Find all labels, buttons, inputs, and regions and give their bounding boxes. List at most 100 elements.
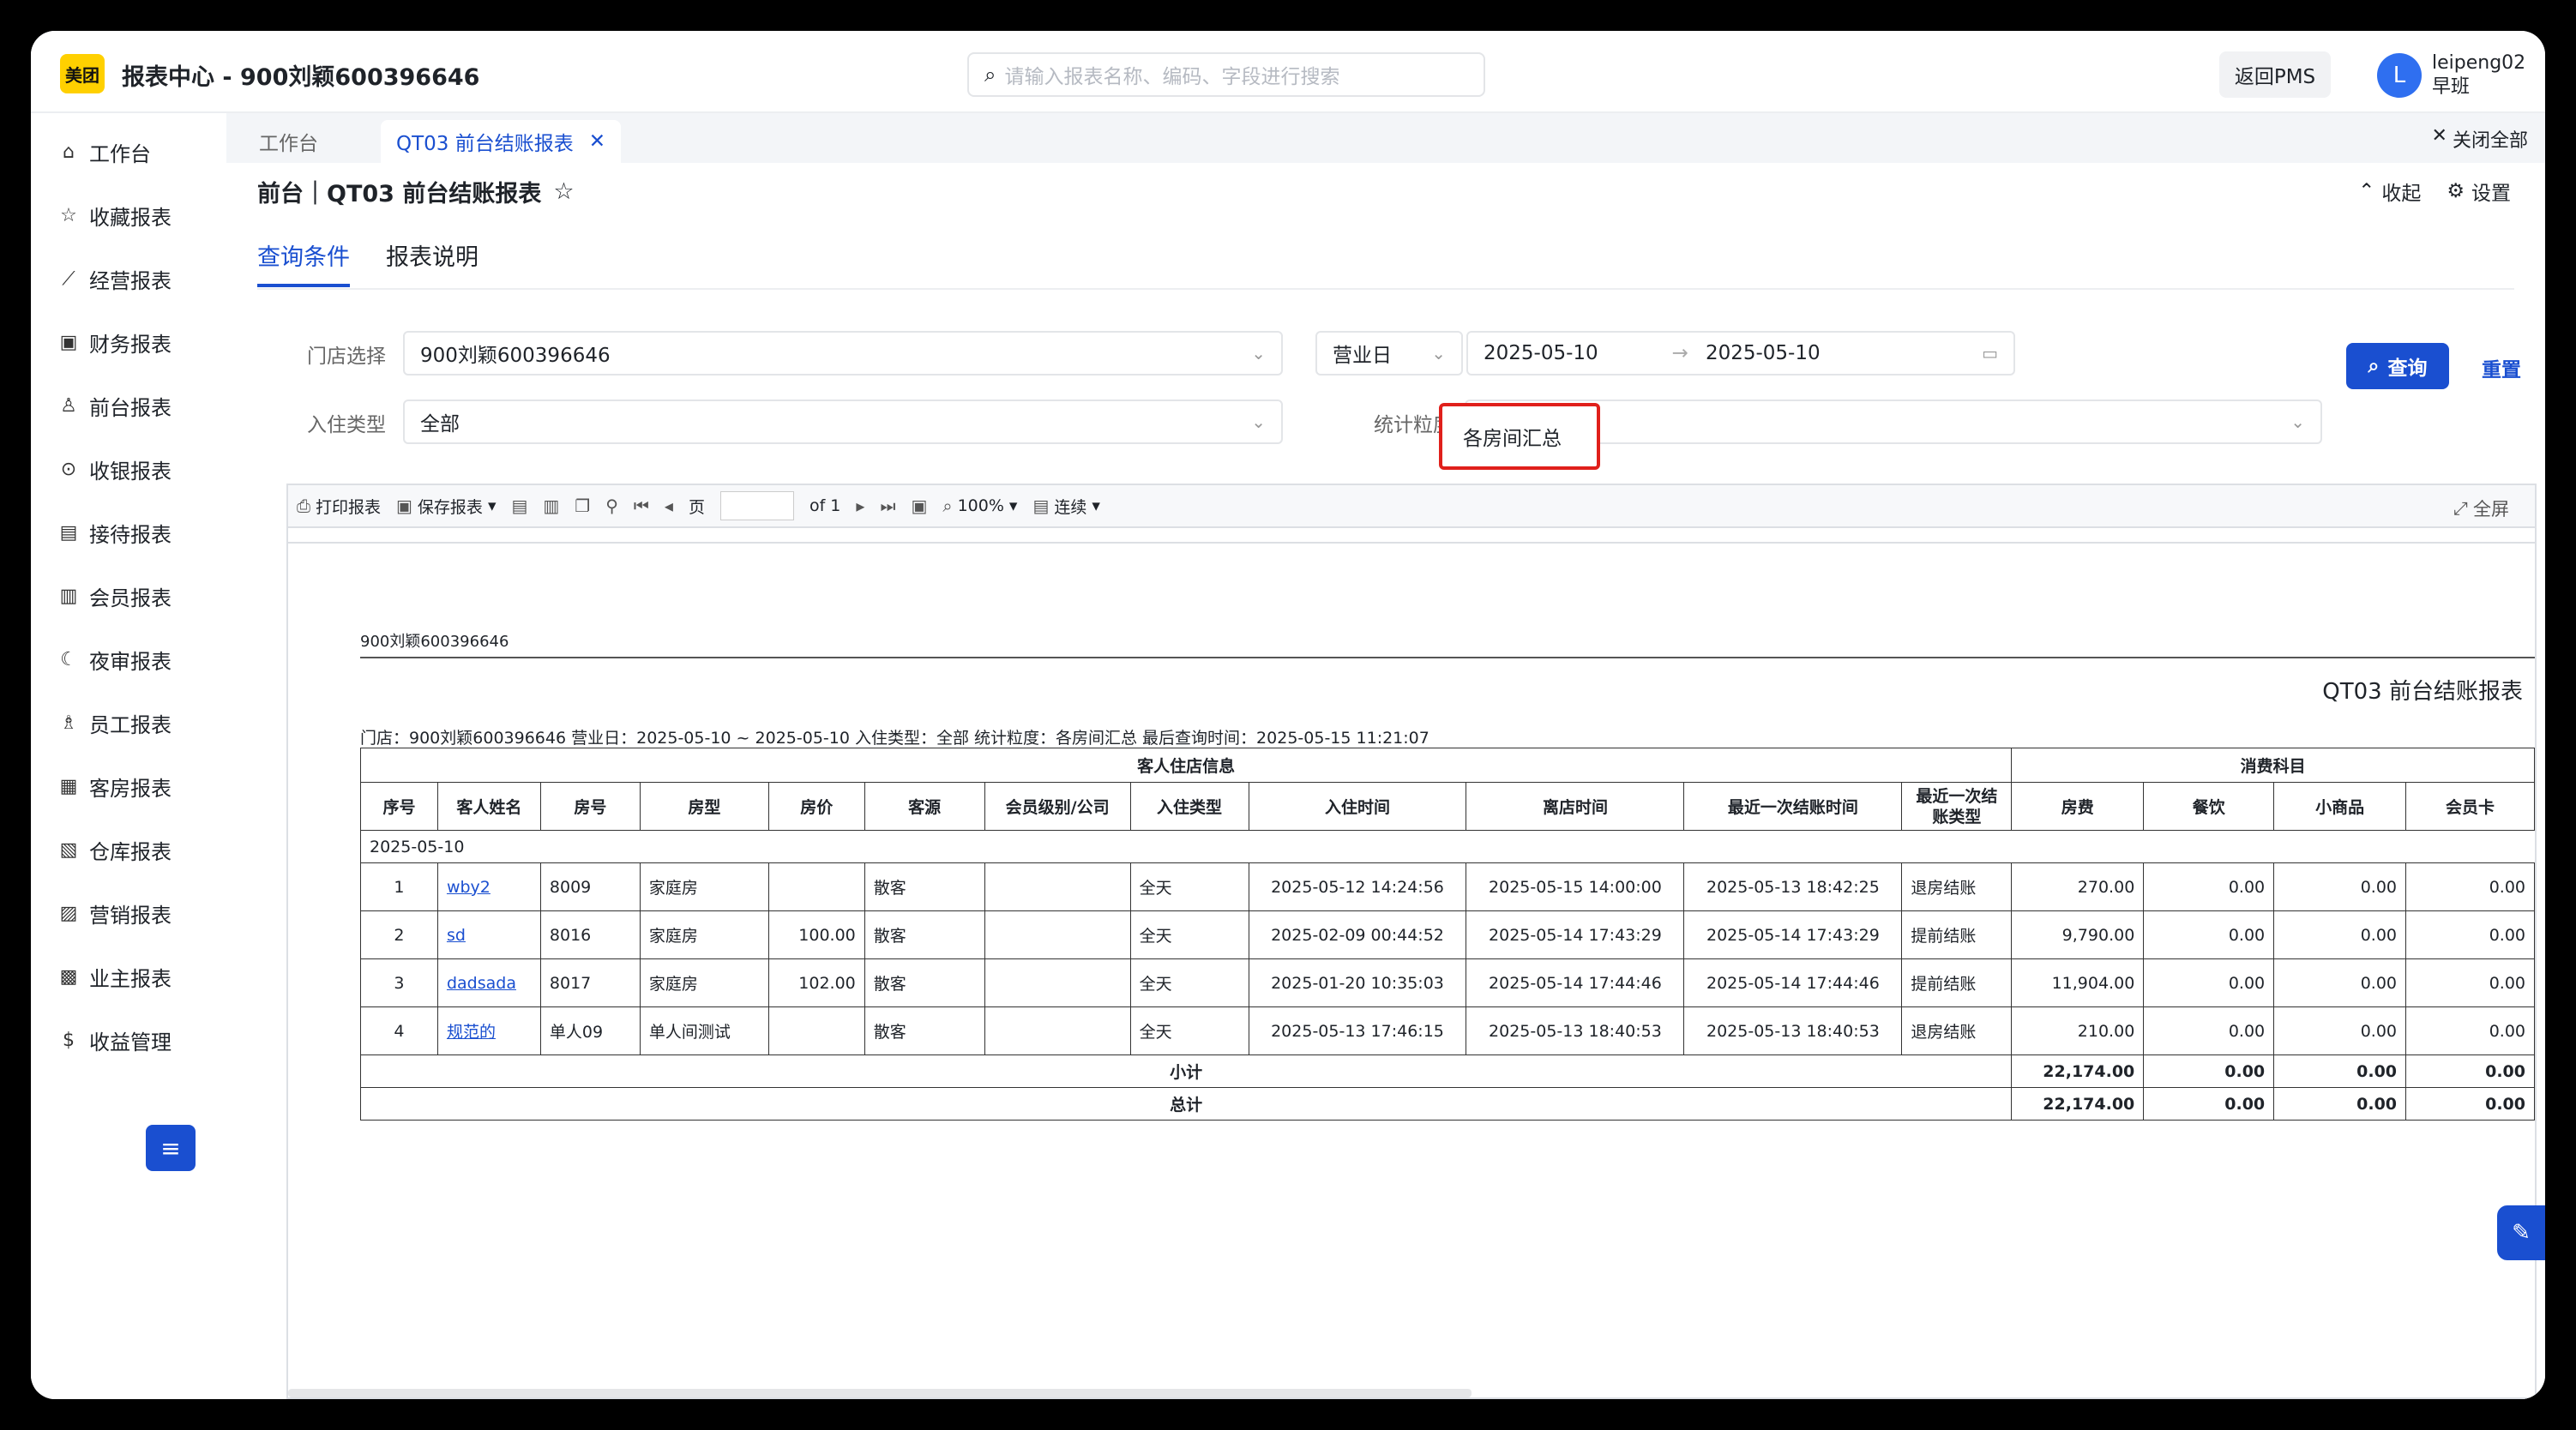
sidebar-item-5[interactable]: ⊙ 收银报表	[31, 437, 226, 501]
store-label: 门店选择	[307, 345, 386, 368]
table-cell: 0.00	[2405, 1006, 2535, 1055]
guest-name-link[interactable]: wby2	[436, 862, 541, 911]
date-type-select[interactable]: 营业日 ⌄	[1315, 331, 1463, 376]
table-cell: 提前结账	[1901, 958, 2013, 1007]
table-cell: 2025-02-09 00:44:52	[1248, 910, 1467, 959]
subtab-query-conditions[interactable]: 查询条件	[257, 238, 350, 287]
sidebar-collapse-button[interactable]: ≡	[146, 1125, 196, 1171]
close-icon[interactable]: ✕	[589, 130, 605, 153]
sidebar-item-8[interactable]: ☾ 夜审报表	[31, 628, 226, 691]
next-page-icon[interactable]: ▸	[856, 496, 864, 516]
date-end[interactable]: 2025-05-10	[1706, 342, 1821, 364]
settings-button[interactable]: ⚙ 设置	[2447, 177, 2511, 206]
sidebar-item-13[interactable]: ▩ 业主报表	[31, 945, 226, 1008]
ledger-icon: ▣	[59, 331, 78, 353]
sidebar-item-10[interactable]: ▦ 客房报表	[31, 754, 226, 818]
room-icon: ▦	[59, 775, 78, 797]
table-cell: 3	[360, 958, 438, 1007]
clipboard-icon[interactable]: ▥	[543, 496, 559, 516]
sidebar-item-4[interactable]: ♙ 前台报表	[31, 374, 226, 437]
chevron-down-icon: ⌄	[1431, 343, 1446, 364]
sidebar-item-9[interactable]: ♗ 员工报表	[31, 691, 226, 754]
member-card-icon: ▥	[59, 585, 78, 607]
table-cell: 9,790.00	[2011, 910, 2145, 959]
query-button[interactable]: ⌕ 查询	[2346, 343, 2449, 389]
granularity-label: 统计粒度	[1374, 414, 1453, 436]
line-chart-icon: ⟋	[62, 267, 75, 290]
group-guest-header: 客人住店信息	[359, 748, 2013, 783]
user-name: leipeng02	[2432, 52, 2526, 74]
printer-icon: ⎙	[297, 496, 310, 516]
date-start[interactable]: 2025-05-10	[1484, 342, 1598, 364]
collapse-label: 收起	[2381, 183, 2422, 205]
column-header: 最近一次结账类型	[1901, 782, 2013, 831]
user-info[interactable]: leipeng02 早班	[2432, 51, 2525, 99]
copy-icon[interactable]: ❐	[575, 496, 590, 516]
favorite-star-icon[interactable]: ☆	[553, 178, 574, 205]
print-report-button[interactable]: ⎙ 打印报表	[297, 495, 381, 518]
feedback-icon[interactable]: ✎	[2497, 1205, 2545, 1260]
sidebar-item-7[interactable]: ▥ 会员报表	[31, 564, 226, 628]
guest-name-link[interactable]: 规范的	[436, 1006, 541, 1055]
last-page-icon[interactable]: ⏭	[880, 496, 895, 516]
save-report-button[interactable]: ▣ 保存报表 ▾	[396, 495, 496, 518]
checkin-type-select[interactable]: 全部 ⌄	[403, 400, 1283, 444]
table-cell: 2025-05-13 18:40:53	[1466, 1006, 1685, 1055]
table-cell: 0.00	[2405, 958, 2535, 1007]
save-label: 保存报表	[417, 497, 483, 517]
sidebar-item-label: 客房报表	[89, 776, 172, 801]
report-table-body: 2025-05-10 1 wby2 8009 家庭房 散客 全天 2025-05-12 14:…	[359, 830, 2535, 1121]
sidebar-item-12[interactable]: ▨ 营销报表	[31, 881, 226, 945]
avatar[interactable]: L	[2377, 53, 2422, 98]
report-store-header: 900刘颖600396646	[360, 633, 509, 651]
table-cell: 8009	[539, 862, 641, 911]
sidebar-item-6[interactable]: ▤ 接待报表	[31, 501, 226, 564]
zoom-dropdown[interactable]: ⌕ 100% ▾	[942, 496, 1017, 516]
sidebar-item-0[interactable]: ⌂ 工作台	[31, 120, 226, 183]
date-group-label: 2025-05-10	[360, 830, 2535, 863]
tab-qt03-label: QT03 前台结账报表	[396, 133, 574, 155]
subtotal-label: 小计	[359, 1054, 2013, 1088]
granularity-highlight-box[interactable]: 各房间汇总	[1439, 403, 1600, 470]
sidebar-item-11[interactable]: ▧ 仓库报表	[31, 818, 226, 881]
store-select[interactable]: 900刘颖600396646 ⌄	[403, 331, 1283, 376]
guest-name-link[interactable]: sd	[436, 910, 541, 959]
sidebar-item-1[interactable]: ☆ 收藏报表	[31, 183, 226, 247]
page-view-icon[interactable]: ▣	[911, 496, 927, 516]
collapse-button[interactable]: ⌃ 收起	[2358, 177, 2421, 206]
table-row: 4 规范的 单人09 单人间测试 散客 全天 2025-05-13 17:46:15 2025…	[360, 1006, 2535, 1055]
subtab-report-description[interactable]: 报表说明	[386, 238, 478, 287]
export-icon[interactable]: ▤	[511, 496, 527, 516]
sidebar-item-3[interactable]: ▣ 财务报表	[31, 310, 226, 374]
reset-button[interactable]: 重置	[2482, 353, 2521, 382]
table-cell: 全天	[1129, 910, 1249, 959]
close-all-tabs-button[interactable]: ✕ 关闭全部	[2432, 125, 2528, 153]
fullscreen-label: 全屏	[2473, 499, 2509, 520]
sidebar-item-label: 工作台	[89, 141, 151, 166]
fullscreen-button[interactable]: ⤢ 全屏	[2453, 496, 2509, 521]
page-number-input[interactable]	[719, 491, 794, 520]
sidebar-item-2[interactable]: ⟋ 经营报表	[31, 247, 226, 310]
date-group-row: 2025-05-10	[360, 830, 2535, 863]
caret-down-icon: ▾	[1092, 496, 1100, 515]
close-icon: ✕	[2431, 125, 2447, 147]
prev-page-icon[interactable]: ◂	[665, 496, 673, 516]
tab-workbench[interactable]: 工作台	[244, 120, 334, 163]
date-range-picker[interactable]: 2025-05-10 → 2025-05-10 ▭	[1466, 331, 2015, 376]
horizontal-scrollbar[interactable]	[288, 1389, 1472, 1397]
return-pms-button[interactable]: 返回PMS	[2219, 51, 2331, 98]
table-cell: 提前结账	[1901, 910, 2013, 959]
tab-qt03[interactable]: QT03 前台结账报表 ✕	[381, 120, 622, 163]
table-cell: 270.00	[2011, 862, 2145, 911]
report-table: 客人住店信息 消费科目 序号 客人姓名 房号 房型 房价 客源 会员级别/公司 入住类型 入住时…	[359, 748, 2535, 1121]
view-mode-dropdown[interactable]: ▤ 连续 ▾	[1032, 495, 1099, 518]
column-header: 会员级别/公司	[984, 782, 1131, 831]
table-cell: 2025-05-14 17:44:46	[1466, 958, 1685, 1007]
report-search-input[interactable]: ⌕ 请输入报表名称、编码、字段进行搜索	[967, 52, 1485, 97]
guest-name-link[interactable]: dadsada	[436, 958, 541, 1007]
sidebar-item-14[interactable]: $ 收益管理	[31, 1008, 226, 1072]
first-page-icon[interactable]: ⏮	[634, 496, 649, 516]
table-cell: 全天	[1129, 1006, 1249, 1055]
binoculars-icon[interactable]: ⚲	[605, 496, 618, 516]
table-cell	[767, 862, 865, 911]
